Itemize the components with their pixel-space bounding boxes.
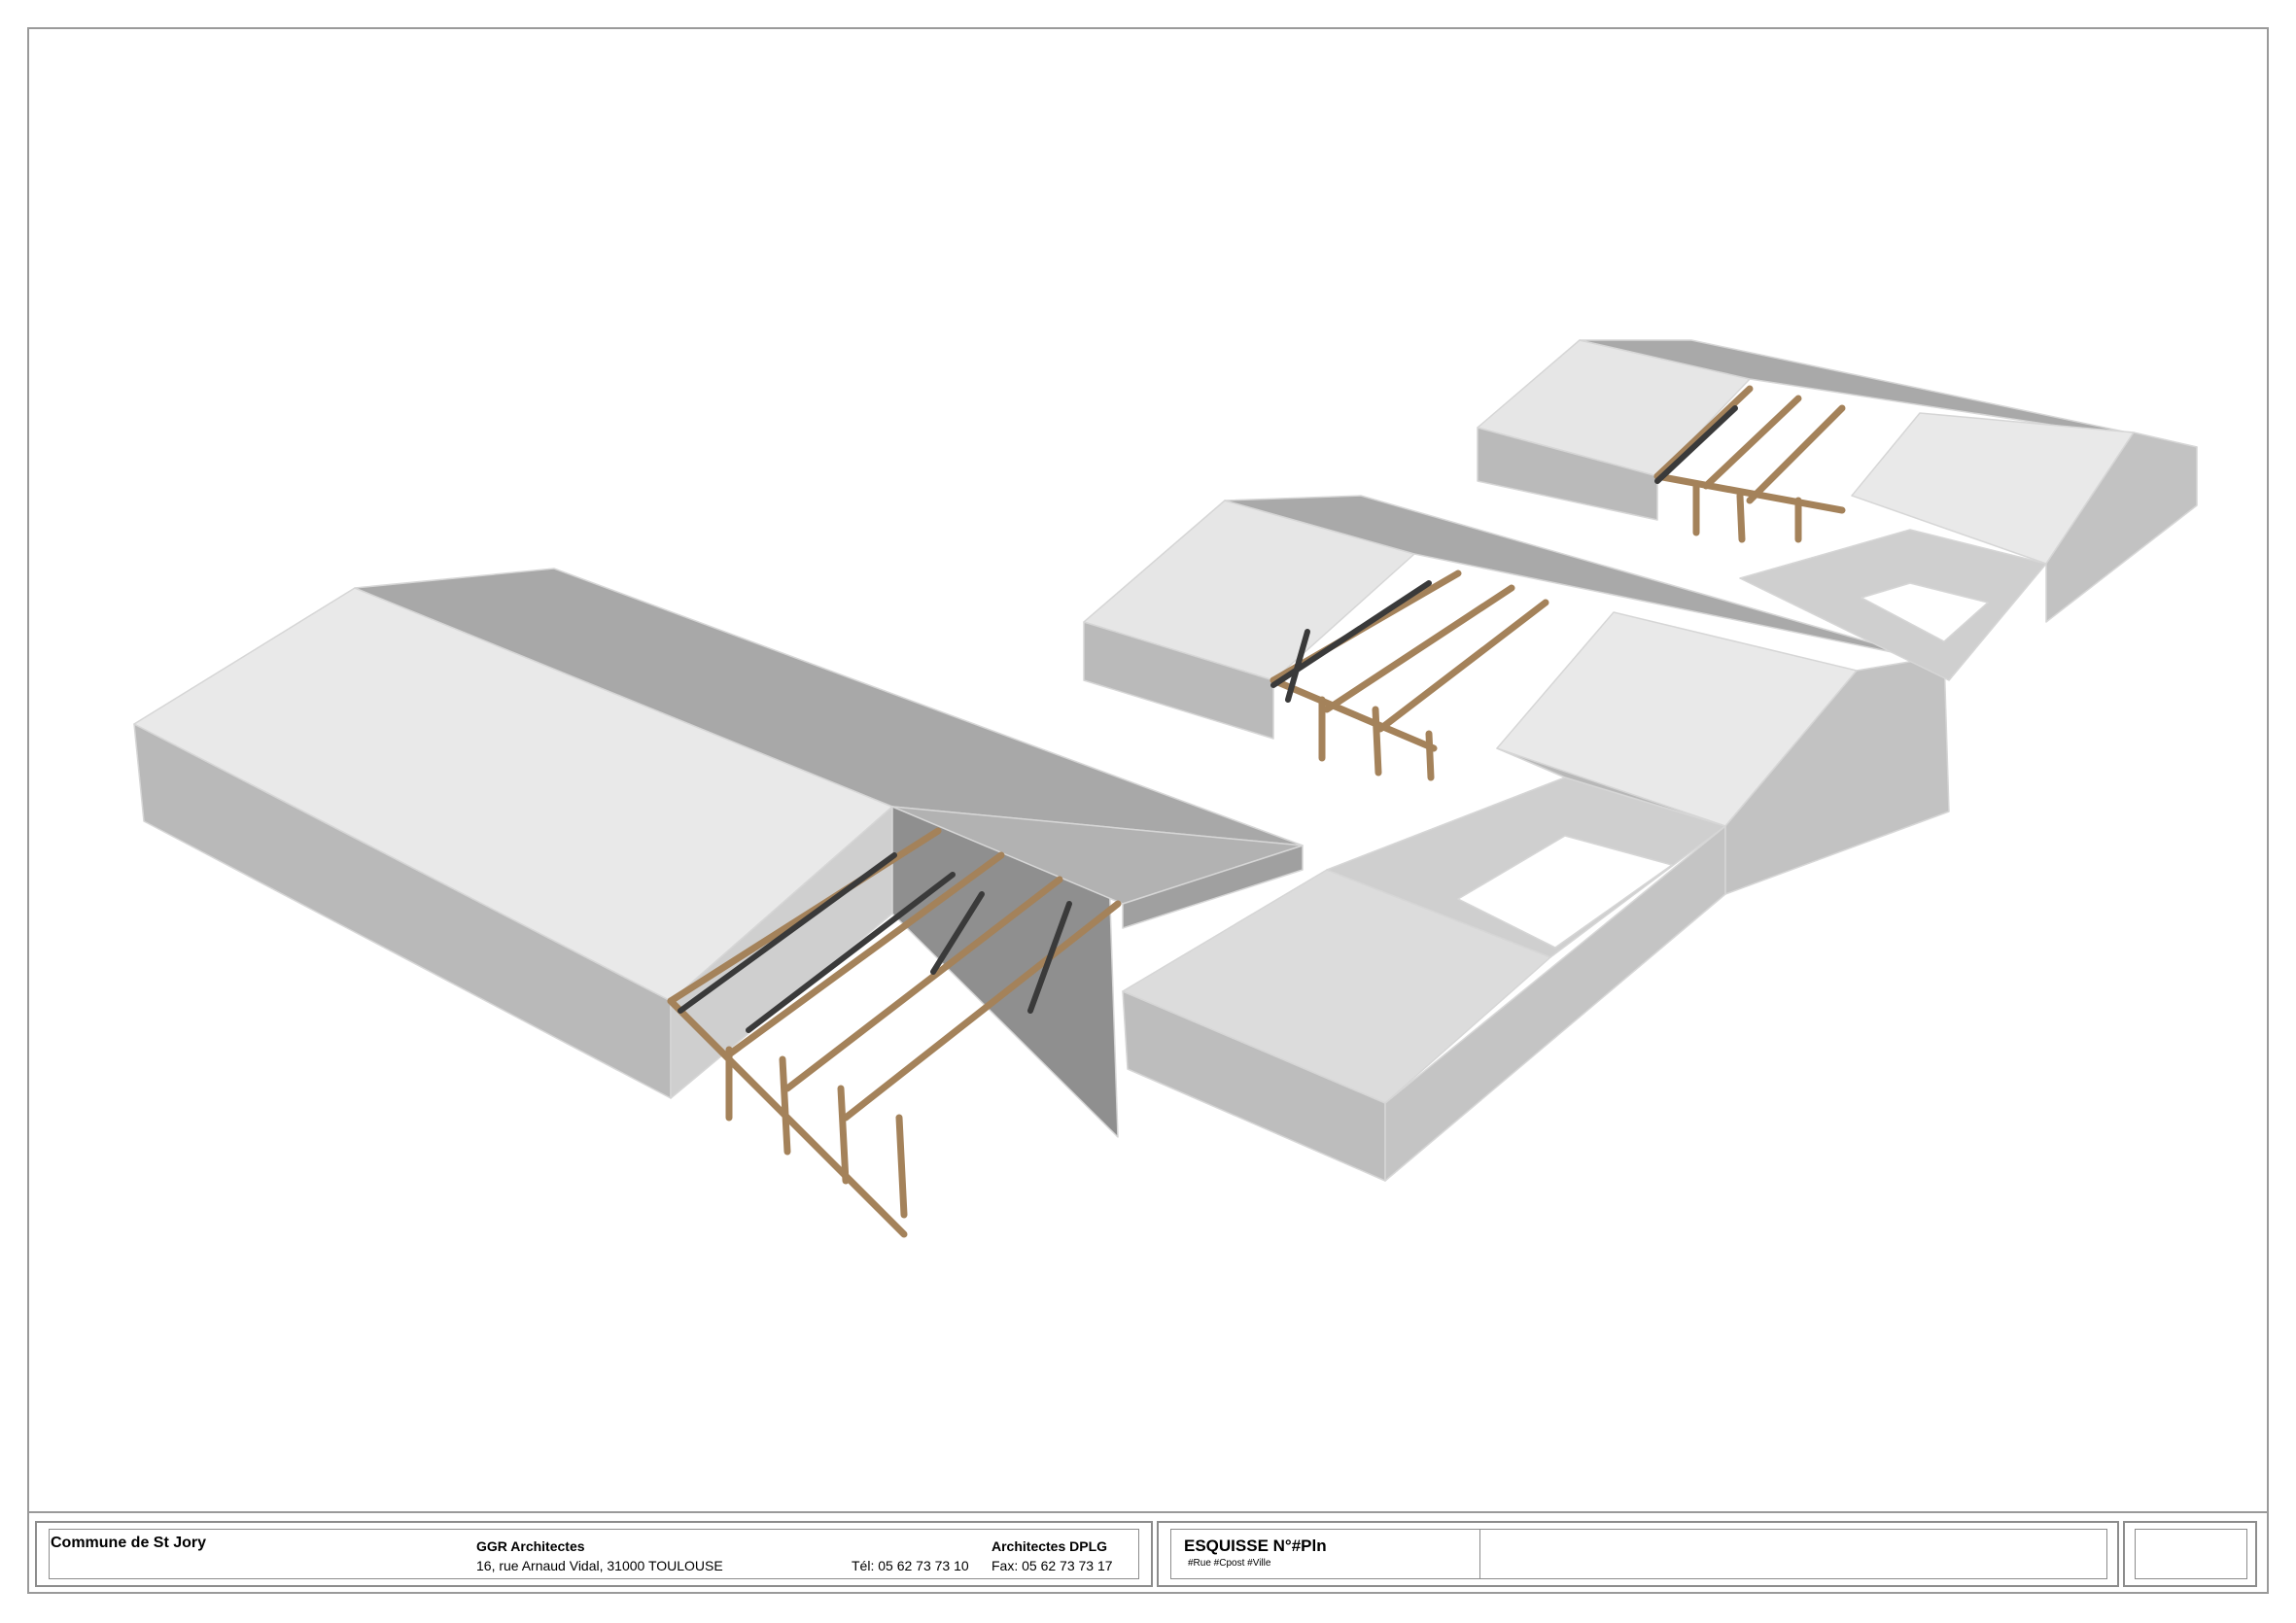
firm-title: Architectes DPLG: [991, 1538, 1108, 1554]
client-name: Commune de St Jory: [51, 1535, 207, 1551]
firm-name: GGR Architectes: [476, 1538, 585, 1554]
title-block-sheet-box: ESQUISSE N°#Pln #Rue #Cpost #Ville: [1157, 1521, 2119, 1587]
firm-phone: Tél: 05 62 73 73 10: [852, 1558, 969, 1573]
title-block: Commune de St Jory GGR Architectes 16, r…: [27, 1511, 2269, 1594]
title-block-index-inner: [2135, 1529, 2247, 1579]
connecting-wing: [1122, 733, 1726, 1182]
sheet-title: ESQUISSE N°#Pln: [1184, 1537, 1327, 1555]
title-block-index-box: [2123, 1521, 2257, 1587]
title-block-firm-box: Commune de St Jory GGR Architectes 16, r…: [35, 1521, 1153, 1587]
sheet-subtitle: #Rue #Cpost #Ville: [1188, 1558, 1271, 1569]
axonometric-drawing: [133, 339, 2198, 1238]
firm-address: 16, rue Arnaud Vidal, 31000 TOULOUSE: [476, 1558, 723, 1573]
title-block-sheet-divider: [1479, 1529, 1480, 1579]
firm-fax: Fax: 05 62 73 73 17: [991, 1558, 1113, 1573]
